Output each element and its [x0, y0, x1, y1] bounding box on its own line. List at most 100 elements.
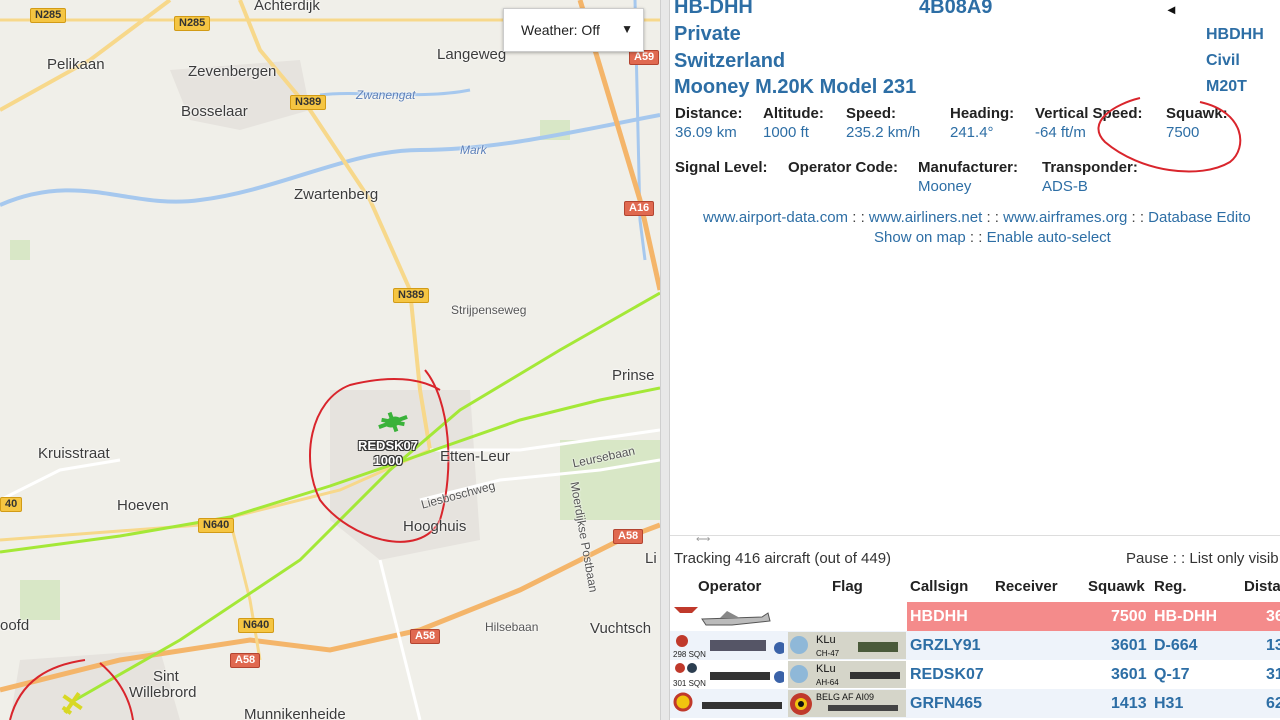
row-distance: 31: [1266, 666, 1280, 683]
road-badge: N285: [174, 16, 211, 31]
row-callsign: GRFN465: [910, 695, 983, 712]
col-receiver[interactable]: Receiver: [995, 578, 1058, 595]
place-label: Li: [645, 550, 657, 567]
tracking-status: Tracking 416 aircraft (out of 449): [674, 550, 892, 567]
road-badge: A58: [230, 653, 261, 668]
svg-text:AH-64: AH-64: [816, 678, 839, 687]
place-label: Vuchtsch: [590, 620, 652, 637]
svg-text:298 SQN: 298 SQN: [673, 650, 706, 659]
col-operator[interactable]: Operator: [698, 578, 761, 595]
operator-logo: [673, 692, 782, 712]
row-reg: D-664: [1154, 637, 1198, 654]
road-badge: A58: [410, 629, 441, 644]
place-label: Zwartenberg: [294, 186, 379, 203]
place-label: Zevenbergen: [188, 63, 277, 80]
link-separator: : :: [1127, 209, 1149, 226]
svg-text:BELG AF AI09: BELG AF AI09: [816, 692, 874, 702]
row-callsign: HBDHH: [910, 608, 968, 625]
road-badge: N389: [393, 288, 430, 303]
place-label: Hoeven: [117, 497, 169, 514]
action-links: Show on map : : Enable auto-select: [874, 229, 1111, 246]
splitter-handle[interactable]: [660, 0, 670, 720]
aircraft-callsign: REDSK07: [358, 438, 418, 453]
place-label: Langeweg: [437, 46, 507, 63]
row-squawk: 1413: [1111, 695, 1147, 712]
row-distance: 62: [1266, 695, 1280, 712]
svg-text:301 SQN: 301 SQN: [673, 679, 706, 688]
road-badge: N389: [290, 95, 327, 110]
link-database-editor[interactable]: Database Edito: [1148, 209, 1251, 226]
col-flag[interactable]: Flag: [832, 578, 863, 595]
show-on-map-link[interactable]: Show on map: [874, 229, 966, 246]
col-squawk[interactable]: Squawk: [1088, 578, 1145, 595]
external-links: www.airport-data.com : : www.airliners.n…: [703, 209, 1251, 226]
row-reg: HB-DHH: [1154, 608, 1218, 625]
place-label: oofd: [0, 617, 30, 634]
road-badge: A16: [624, 201, 655, 216]
aircraft-altitude: 1000: [373, 453, 403, 468]
place-label: Willebrord: [129, 684, 197, 701]
weather-label: Weather: Off: [521, 22, 600, 38]
place-label: Kruisstraat: [38, 445, 110, 462]
place-label: Munnikenheide: [244, 706, 346, 720]
annotation-circle: [1097, 97, 1242, 173]
link-separator: : :: [982, 209, 1004, 226]
row-squawk: 3601: [1111, 637, 1147, 654]
street-label: Strijpenseweg: [451, 303, 527, 317]
place-label: Bosselaar: [181, 103, 248, 120]
flag-image: BELG AF AI09: [788, 690, 906, 717]
row-reg: H31: [1154, 695, 1184, 712]
resize-handle-icon[interactable]: ⟷: [696, 536, 710, 545]
place-label: Etten-Leur: [440, 448, 511, 465]
table-row[interactable]: HBDHH 7500 HB-DHH 36: [670, 602, 1280, 631]
map-view[interactable]: Achterdijk Pelikaan Zevenbergen Langeweg…: [0, 0, 660, 720]
row-reg: Q-17: [1154, 666, 1190, 683]
col-callsign[interactable]: Callsign: [910, 578, 968, 595]
link-airliners[interactable]: www.airliners.net: [869, 209, 982, 226]
water-label: Mark: [460, 143, 487, 157]
svg-text:KLu: KLu: [816, 663, 836, 675]
enable-auto-select-link[interactable]: Enable auto-select: [987, 229, 1111, 246]
link-separator: : :: [848, 209, 869, 226]
place-label: Prinse: [612, 367, 655, 384]
flag-image: KLu AH-64: [788, 661, 906, 688]
link-airport-data[interactable]: www.airport-data.com: [703, 209, 848, 226]
road-badge: N285: [30, 8, 67, 23]
place-label: Pelikaan: [47, 56, 105, 73]
place-label: Hooghuis: [403, 518, 467, 535]
table-row[interactable]: 298 SQN KLu CH-47 GRZLY91 3601 D-664 13: [670, 631, 1280, 660]
place-label: Achterdijk: [254, 0, 320, 14]
road-badge: N640: [198, 518, 235, 533]
row-distance: 13: [1266, 637, 1280, 654]
aircraft-label[interactable]: REDSK07 1000: [358, 438, 418, 468]
road-badge: 40: [0, 497, 23, 512]
road-badge: A59: [629, 50, 660, 65]
water-label: Zwanengat: [356, 88, 416, 102]
map-canvas: [0, 0, 660, 720]
aircraft-list: ⟷ Tracking 416 aircraft (out of 449) Pau…: [670, 535, 1280, 720]
row-squawk: 3601: [1111, 666, 1147, 683]
street-label: Hilsebaan: [485, 620, 539, 634]
operator-logo: 298 SQN: [673, 635, 784, 659]
svg-text:KLu: KLu: [816, 634, 836, 646]
list-controls[interactable]: Pause : : List only visib: [1126, 550, 1279, 567]
col-reg[interactable]: Reg.: [1154, 578, 1187, 595]
road-badge: A58: [613, 529, 644, 544]
col-distance[interactable]: Dista: [1244, 578, 1280, 595]
link-separator: : :: [965, 229, 987, 246]
row-callsign: REDSK07: [910, 666, 984, 683]
weather-select[interactable]: Weather: Off ▼: [503, 8, 644, 52]
table-row[interactable]: BELG AF AI09 GRFN465 1413 H31 62: [670, 689, 1280, 718]
row-squawk: 7500: [1111, 608, 1147, 625]
flag-image: KLu CH-47: [788, 632, 906, 659]
svg-text:CH-47: CH-47: [816, 649, 840, 658]
link-airframes[interactable]: www.airframes.org: [1003, 209, 1127, 226]
aircraft-info-panel: HB-DHH 4B08A9 ◂ Private Switzerland Moon…: [670, 0, 1280, 535]
table-row[interactable]: 301 SQN KLu AH-64 REDSK07 3601 Q-17 31: [670, 660, 1280, 689]
row-distance: 36: [1266, 608, 1280, 625]
place-label: Sint: [153, 668, 179, 685]
operator-logo: [674, 607, 771, 626]
chevron-down-icon: ▼: [621, 22, 633, 36]
row-callsign: GRZLY91: [910, 637, 981, 654]
road-badge: N640: [238, 618, 275, 633]
